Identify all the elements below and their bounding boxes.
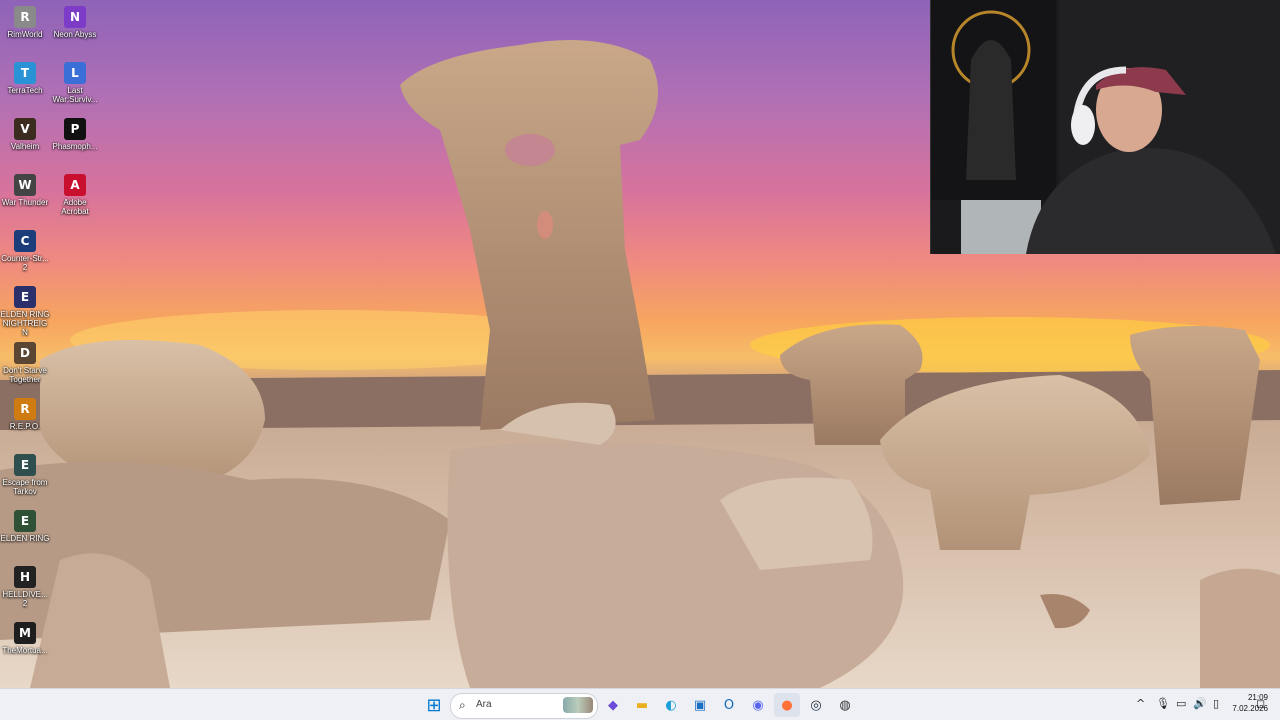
desktop-icon-adobe-acrobat[interactable]: A Adobe Acrobat <box>50 168 100 222</box>
desktop-icon-elden-ring[interactable]: E ELDEN RING <box>0 504 50 558</box>
desktop-icon-terratech[interactable]: T TerraTech <box>0 56 50 110</box>
desktop-icon-counter-strike[interactable]: C Counter-Str... 2 <box>0 224 50 278</box>
taskbar-store[interactable]: ▣ <box>687 693 713 717</box>
taskbar-discord[interactable]: ◉ <box>745 693 771 717</box>
search-placeholder: Ara <box>476 699 492 710</box>
volume-icon[interactable]: 🔊 <box>1193 697 1207 710</box>
taskbar: ⊞ ⌕ Ara ◆ ▬ ◐ ▣ O ◉ ● ◎ ◍ ^ 🎙 ▭ 🔊 ▯ 21:09 7.02.2… <box>0 688 1280 720</box>
repo-icon: R <box>14 398 36 420</box>
taskbar-firefox[interactable]: ● <box>774 693 800 717</box>
microphone-icon[interactable]: 🎙 <box>1156 697 1170 710</box>
desktop-icon-valheim[interactable]: V Valheim <box>0 112 50 166</box>
desktop-icon-label: Don't Starve Together <box>3 366 47 384</box>
desktop-icon-label: Neon Abyss <box>53 30 97 39</box>
desktop-icon-label: Phasmoph... <box>52 142 98 151</box>
taskbar-steam[interactable]: ◎ <box>803 693 829 717</box>
battery-icon[interactable]: ▯ <box>1213 697 1219 710</box>
discord-icon: ◉ <box>752 697 764 713</box>
desktop-icon-repo[interactable]: R R.E.P.O. <box>0 392 50 446</box>
desktop-icon-label: ELDEN RING <box>0 534 50 543</box>
windows-logo-icon: ⊞ <box>426 694 442 716</box>
escape-from-tarkov-icon: E <box>14 454 36 476</box>
elden-ring-nightreign-icon: E <box>14 286 36 308</box>
desktop-icon-label: War Thunder <box>1 198 49 207</box>
start-button[interactable]: ⊞ <box>421 693 447 717</box>
desktop-icon-rimworld[interactable]: R RimWorld <box>0 0 50 54</box>
desktop-icon-dont-starve-together[interactable]: D Don't Starve Together <box>0 336 50 390</box>
helldivers-2-icon: H <box>14 566 36 588</box>
taskbar-file-explorer[interactable]: ▬ <box>629 693 655 717</box>
terratech-icon: T <box>14 62 36 84</box>
war-thunder-icon: W <box>14 174 36 196</box>
taskbar-widgets[interactable]: ◆ <box>600 693 626 717</box>
phasmophobia-icon: P <box>64 118 86 140</box>
search-icon: ⌕ <box>459 698 466 712</box>
desktop-icon-helldivers-2[interactable]: H HELLDIVE... 2 <box>0 560 50 614</box>
taskbar-outlook[interactable]: O <box>716 693 742 717</box>
webcam-feed <box>931 0 1280 254</box>
desktop-icon-the-mortuary[interactable]: M TheMortua... <box>0 616 50 670</box>
neon-abyss-icon: N <box>64 6 86 28</box>
desktop-icon-label: HELLDIVE... 2 <box>2 590 48 608</box>
valheim-icon: V <box>14 118 36 140</box>
desktop-icon-label: Adobe Acrobat <box>61 198 89 216</box>
desktop-icon-label: ELDEN RING NIGHTREIGN <box>0 310 50 337</box>
dont-starve-together-icon: D <box>14 342 36 364</box>
notification-bell-icon[interactable]: ◻ <box>1256 697 1265 710</box>
desktop-icon-label: Counter-Str... 2 <box>1 254 49 272</box>
widgets-icon: ◆ <box>608 697 618 713</box>
elden-ring-icon: E <box>14 510 36 532</box>
desktop-icon-phasmophobia[interactable]: P Phasmoph... <box>50 112 100 166</box>
desktop-icon-neon-abyss[interactable]: N Neon Abyss <box>50 0 100 54</box>
taskbar-search-box[interactable]: ⌕ Ara <box>450 693 598 719</box>
the-mortuary-icon: M <box>14 622 36 644</box>
steam-icon: ◎ <box>810 697 822 713</box>
desktop-icon-label: Escape from Tarkov <box>2 478 48 496</box>
app-icon: ◍ <box>839 697 851 713</box>
search-highlight-image <box>563 697 593 713</box>
webcam-overlay <box>930 0 1280 254</box>
desktop-icon-war-thunder[interactable]: W War Thunder <box>0 168 50 222</box>
show-hidden-icons-chevron-icon[interactable]: ^ <box>1136 697 1145 710</box>
desktop-icon-label: Valheim <box>10 142 40 151</box>
firefox-icon: ● <box>781 697 793 713</box>
adobe-acrobat-icon: A <box>64 174 86 196</box>
edge-icon: ◐ <box>665 697 677 713</box>
outlook-icon: O <box>723 697 735 713</box>
desktop-icon-elden-ring-nightreign[interactable]: E ELDEN RING NIGHTREIGN <box>0 280 50 337</box>
counter-strike-icon: C <box>14 230 36 252</box>
taskbar-app-notify[interactable]: ◍ <box>832 693 858 717</box>
desktop-icon-label: TerraTech <box>7 86 43 95</box>
last-war-icon: L <box>64 62 86 84</box>
desktop-icon-label: R.E.P.O. <box>9 422 41 431</box>
desktop-icon-escape-from-tarkov[interactable]: E Escape from Tarkov <box>0 448 50 502</box>
desktop-icon-last-war[interactable]: L Last War:Surviv... <box>50 56 100 110</box>
desktop-icon-label: TheMortua... <box>2 646 48 655</box>
desktop-icon-label: Last War:Surviv... <box>52 86 98 104</box>
rimworld-icon: R <box>14 6 36 28</box>
desktop-icon-label: RimWorld <box>7 30 43 39</box>
network-icon[interactable]: ▭ <box>1176 697 1186 710</box>
store-icon: ▣ <box>693 697 707 713</box>
folder-icon: ▬ <box>635 697 649 713</box>
taskbar-edge[interactable]: ◐ <box>658 693 684 717</box>
